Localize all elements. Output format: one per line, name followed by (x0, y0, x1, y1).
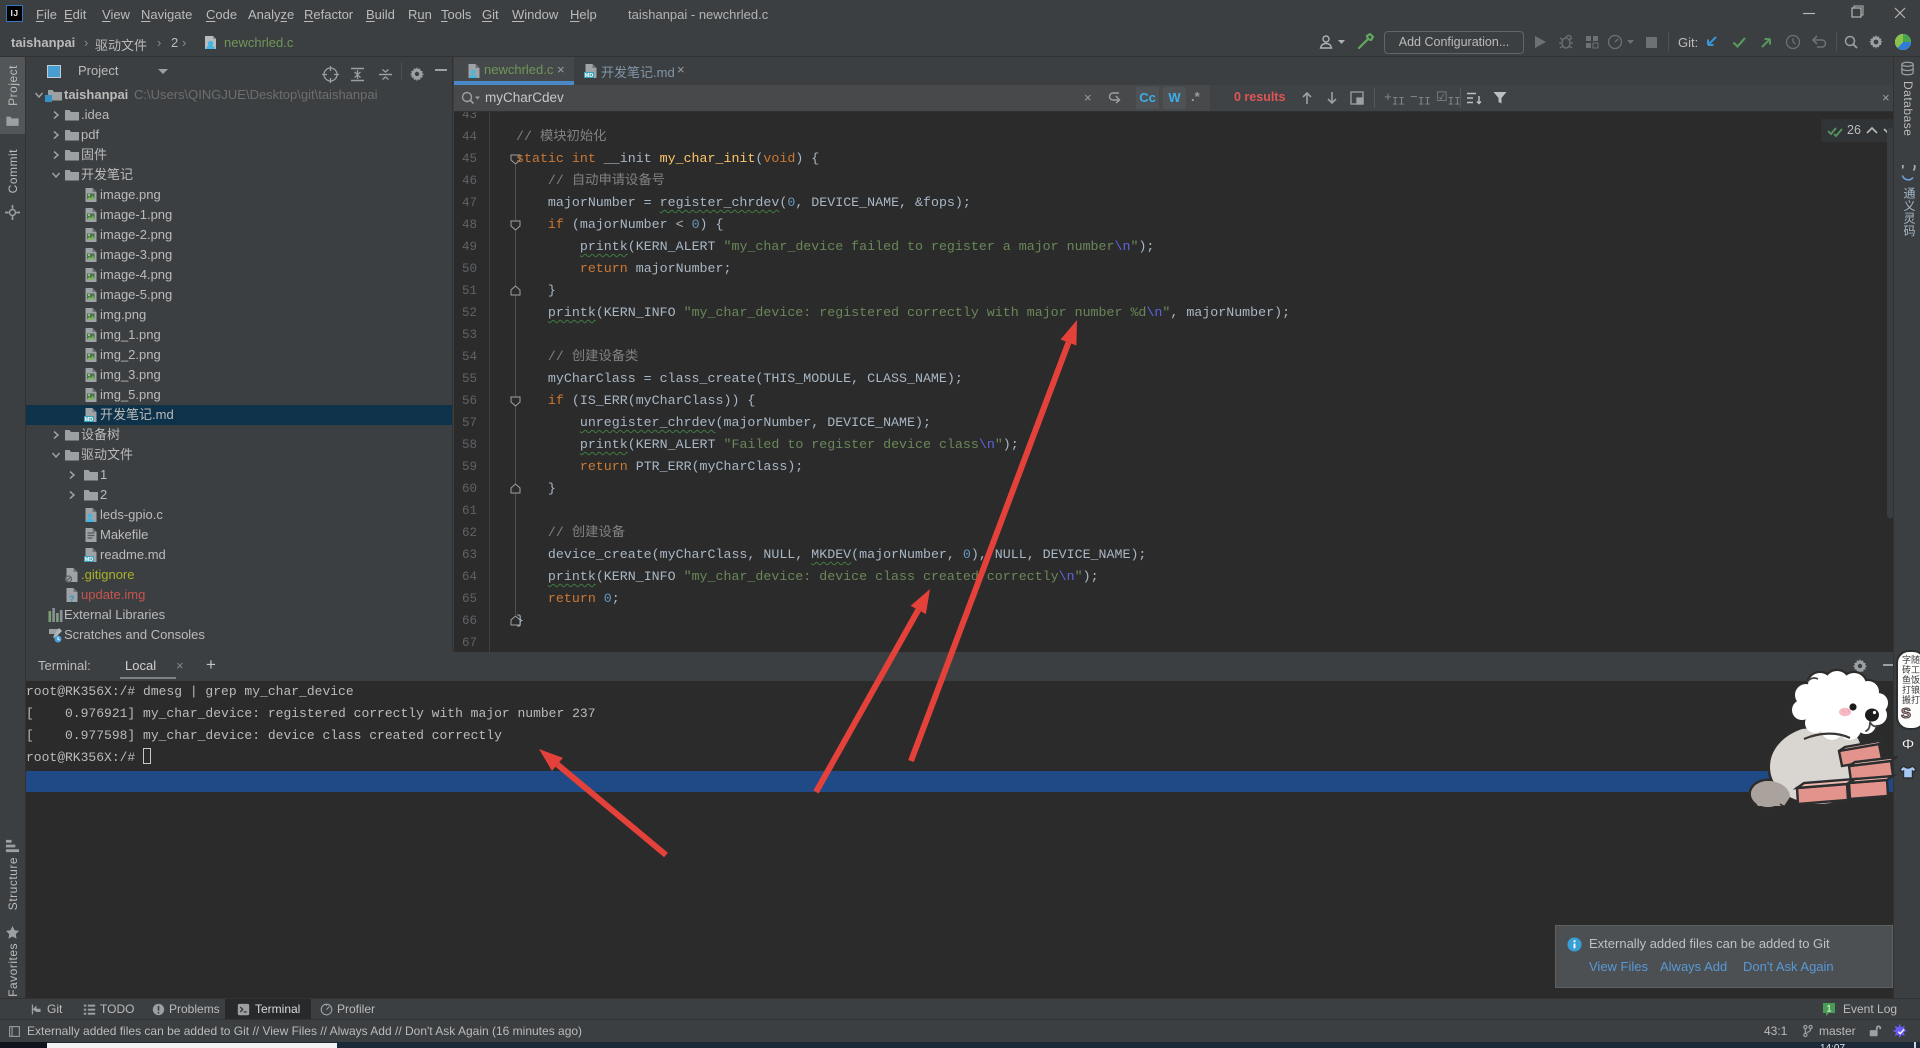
svg-text:1: 1 (1826, 1004, 1831, 1014)
